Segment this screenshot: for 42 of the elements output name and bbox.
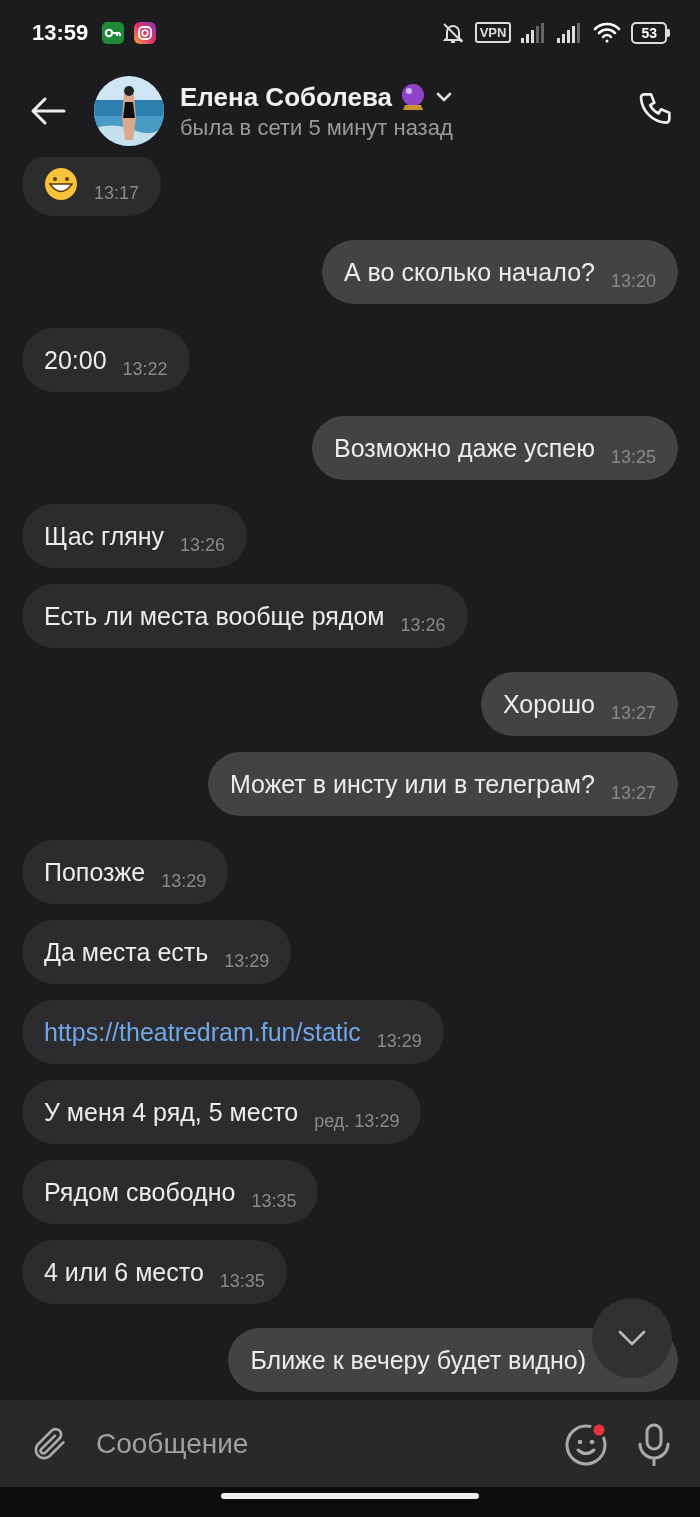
last-seen-status: была в сети 5 минут назад <box>180 114 454 141</box>
message-text: Рядом свободно <box>44 1177 236 1207</box>
message-time: 13:26 <box>400 613 446 636</box>
message-time: 13:27 <box>610 781 656 804</box>
message-time: 13:25 <box>610 445 656 468</box>
message-time: 13:29 <box>224 949 270 972</box>
message-time: 13:22 <box>122 357 168 380</box>
message-text: У меня 4 ряд, 5 место <box>44 1097 299 1127</box>
clock: 13:59 <box>32 19 89 46</box>
message-time: 13:27 <box>610 701 656 724</box>
chevron-down-icon[interactable] <box>617 1329 647 1347</box>
message-text: Щас гляну <box>44 521 165 551</box>
grinning-face-icon <box>44 167 78 201</box>
message-link[interactable]: https://theatredram.fun/static <box>44 1017 361 1047</box>
message-time: 13:35 <box>219 1269 265 1292</box>
muted-bell-icon <box>440 20 465 45</box>
back-button[interactable] <box>30 96 66 126</box>
message-text: Хорошо <box>502 689 595 719</box>
message-text: Ближе к вечеру будет видно) <box>250 1345 586 1375</box>
message-time: 13:29 <box>376 1029 422 1052</box>
camera-app-icon <box>134 21 157 44</box>
message-time: 13:26 <box>180 533 226 556</box>
message-text: Есть ли места вообще рядом <box>44 601 385 631</box>
message-time: 13:20 <box>610 269 656 292</box>
microphone-button[interactable] <box>636 1421 672 1466</box>
message-text: 20:00 <box>44 345 107 375</box>
message-time: 13:35 <box>251 1189 297 1212</box>
message-text: Возможно даже успею <box>334 433 595 463</box>
key-icon <box>102 21 125 44</box>
message-time: 13:29 <box>161 869 207 892</box>
message-text: Попозже <box>44 857 146 887</box>
crystal-ball-icon <box>400 83 427 111</box>
wifi-icon <box>593 21 622 44</box>
message-text: Может в инсту или в телеграм? <box>229 769 595 799</box>
message-text: А во сколько начало? <box>343 257 595 287</box>
message-time: ред. 13:29 <box>314 1109 400 1132</box>
battery-level: 53 <box>631 21 667 44</box>
message-text: 4 или 6 место <box>44 1257 204 1287</box>
message-time: 13:17 <box>94 181 140 204</box>
message-text: Да места есть <box>44 937 209 967</box>
vpn-indicator: VPN <box>474 22 512 43</box>
contact-name[interactable]: Елена Соболева <box>180 81 393 113</box>
